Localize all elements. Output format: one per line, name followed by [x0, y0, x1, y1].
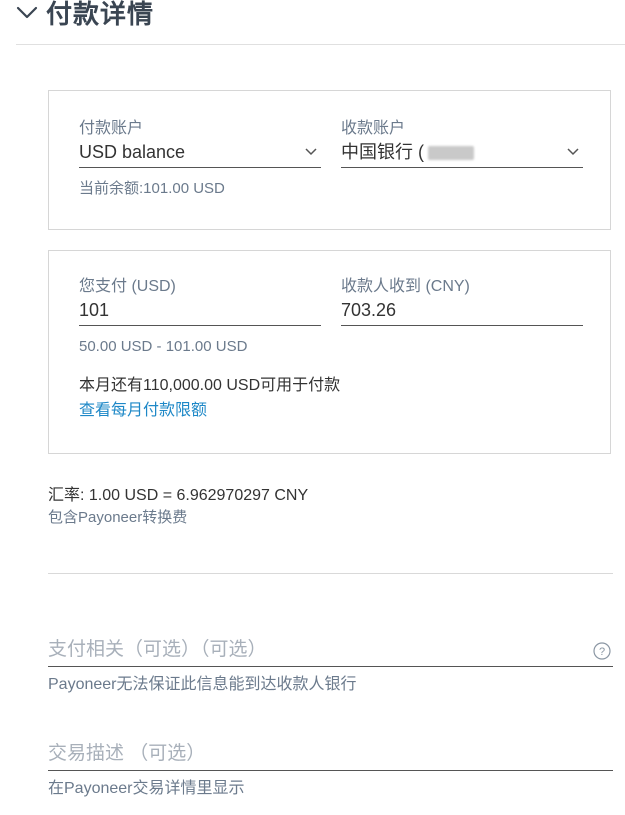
payment-reference-input[interactable]: 支付相关（可选）（可选） ? [48, 636, 613, 667]
pay-amount-label: 您支付 (USD) [79, 278, 176, 295]
amount-range: 50.00 USD - 101.00 USD [79, 338, 248, 355]
payment-reference-placeholder: 支付相关（可选）（可选） [48, 639, 267, 660]
monthly-limit-link[interactable]: 查看每月付款限额 [79, 400, 207, 422]
monthly-limit-note: 本月还有110,000.00 USD可用于付款 [79, 377, 341, 394]
amounts-card: 您支付 (USD) 101 收款人收到 (CNY) 703.26 50.00 U… [48, 250, 611, 454]
pay-amount-field: 您支付 (USD) 101 [79, 277, 321, 326]
exchange-rate: 汇率: 1.00 USD = 6.962970297 CNY [48, 487, 309, 504]
chevron-down-icon [567, 148, 579, 156]
receive-amount-label: 收款人收到 (CNY) [341, 278, 470, 295]
from-account-select[interactable]: USD balance [79, 139, 321, 168]
chevron-down-icon[interactable] [16, 1, 38, 23]
receive-amount-field: 收款人收到 (CNY) 703.26 [341, 277, 583, 326]
chevron-down-icon [305, 148, 317, 156]
to-account-select[interactable]: 中国银行 ( [341, 139, 583, 168]
from-account-value: USD balance [79, 142, 186, 162]
to-account-field: 收款账户 中国银行 ( [341, 119, 583, 168]
receive-amount-input[interactable]: 703.26 [341, 297, 583, 326]
transaction-description-hint: 在Payoneer交易详情里显示 [48, 780, 245, 797]
redacted-account-number [428, 146, 474, 161]
to-account-label: 收款账户 [341, 120, 406, 137]
transaction-description-input[interactable]: 交易描述 （可选） [48, 740, 613, 771]
from-account-field: 付款账户 USD balance [79, 119, 321, 168]
header-divider [16, 44, 625, 45]
pay-amount-input[interactable]: 101 [79, 297, 321, 326]
payment-reference-hint: Payoneer无法保证此信息能到达收款人银行 [48, 676, 357, 693]
section-header[interactable]: 付款详情 [16, 0, 154, 30]
section-divider [48, 573, 613, 574]
from-account-label: 付款账户 [79, 120, 144, 137]
to-account-value: 中国银行 ( [341, 142, 424, 162]
payment-details-page: 付款详情 付款账户 USD balance 当前余额:101.00 USD 收款… [0, 0, 625, 815]
transaction-description-placeholder: 交易描述 （可选） [48, 743, 206, 764]
current-balance: 当前余额:101.00 USD [79, 180, 225, 197]
section-title: 付款详情 [46, 0, 155, 29]
help-icon[interactable]: ? [593, 642, 611, 660]
conversion-fee-note: 包含Payoneer转换费 [48, 509, 188, 526]
accounts-card: 付款账户 USD balance 当前余额:101.00 USD 收款账户 中国… [48, 90, 611, 230]
svg-text:?: ? [599, 646, 605, 658]
